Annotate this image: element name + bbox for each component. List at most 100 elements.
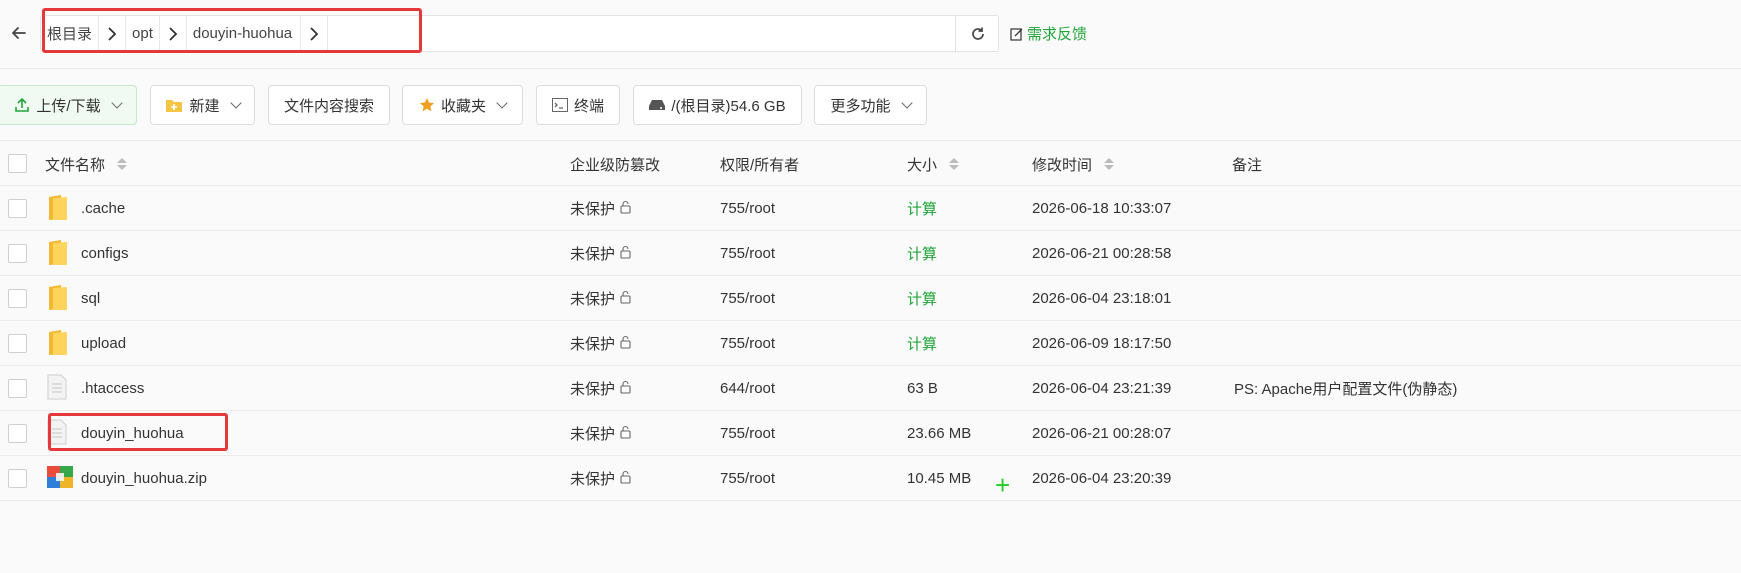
cursor-plus-icon: + bbox=[995, 470, 1011, 500]
protect-label: 未保护 bbox=[570, 291, 616, 308]
protect-status[interactable]: 未保护 bbox=[570, 321, 632, 366]
unlock-icon bbox=[618, 245, 632, 263]
header-note: 备注 bbox=[1232, 141, 1262, 187]
row-checkbox[interactable] bbox=[8, 469, 27, 488]
favorites-button[interactable]: 收藏夹 bbox=[402, 85, 523, 125]
toolbar: 上传/下载 新建 文件内容搜索 收藏夹 终端 /(根目录)54.6 GB 更多功… bbox=[0, 85, 1741, 125]
edit-icon bbox=[1010, 27, 1023, 41]
select-all-checkbox[interactable] bbox=[8, 154, 27, 173]
breadcrumb[interactable]: 根目录 opt douyin-huohua bbox=[40, 15, 999, 52]
file-size[interactable]: 计算 bbox=[907, 186, 937, 231]
terminal-label: 终端 bbox=[573, 97, 604, 115]
folder-icon bbox=[47, 283, 69, 315]
search-content-label: 文件内容搜索 bbox=[283, 97, 374, 115]
file-icon-cell bbox=[47, 456, 73, 501]
upload-icon bbox=[15, 97, 30, 112]
file-manager: 根目录 opt douyin-huohua 需求反馈 上传/下载 新建 文件内容… bbox=[0, 0, 1741, 573]
breadcrumb-douyin-huohua[interactable]: douyin-huohua bbox=[187, 16, 300, 51]
more-functions-label: 更多功能 bbox=[830, 97, 891, 115]
protect-label: 未保护 bbox=[570, 381, 616, 398]
disk-button[interactable]: /(根目录)54.6 GB bbox=[633, 85, 802, 125]
protect-status[interactable]: 未保护 bbox=[570, 456, 632, 501]
permission[interactable]: 755/root bbox=[720, 231, 775, 276]
protect-status[interactable]: 未保护 bbox=[570, 231, 632, 276]
unlock-icon bbox=[618, 335, 632, 353]
protect-status[interactable]: 未保护 bbox=[570, 366, 632, 411]
permission[interactable]: 755/root bbox=[720, 456, 775, 501]
more-functions-button[interactable]: 更多功能 bbox=[814, 85, 927, 125]
chevron-right-icon[interactable] bbox=[98, 16, 127, 51]
new-button[interactable]: 新建 bbox=[150, 85, 255, 125]
file-size[interactable]: 计算 bbox=[907, 231, 937, 276]
file-size: 10.45 MB bbox=[907, 470, 972, 487]
folder-icon bbox=[47, 193, 69, 225]
folder-icon bbox=[47, 238, 69, 270]
table-row[interactable]: douyin_huohua.zip 未保护 755/root 10.45 MB 2026… bbox=[0, 456, 1741, 501]
header-name[interactable]: 文件名称 bbox=[45, 141, 128, 187]
sort-icon[interactable] bbox=[949, 158, 960, 170]
chevron-down-icon bbox=[496, 97, 508, 109]
chevron-down-icon bbox=[229, 97, 242, 109]
modified-time: 2026-06-04 23:21:39 bbox=[1032, 380, 1172, 397]
row-checkbox[interactable] bbox=[8, 424, 27, 443]
row-checkbox[interactable] bbox=[8, 289, 27, 308]
file-name[interactable]: douyin_huohua.zip bbox=[81, 456, 207, 501]
header-perm: 权限/所有者 bbox=[720, 141, 799, 187]
terminal-button[interactable]: 终端 bbox=[536, 85, 620, 125]
file-name[interactable]: sql bbox=[81, 276, 100, 321]
disk-label: /(根目录)54.6 GB bbox=[671, 97, 786, 115]
chevron-right-icon[interactable] bbox=[300, 16, 329, 51]
new-label: 新建 bbox=[189, 97, 220, 115]
unlock-icon bbox=[618, 200, 632, 218]
file-name[interactable]: .cache bbox=[81, 186, 125, 231]
sort-icon[interactable] bbox=[1104, 158, 1115, 170]
modified-time: 2026-06-09 18:17:50 bbox=[1032, 335, 1172, 352]
row-checkbox[interactable] bbox=[8, 334, 27, 353]
unlock-icon bbox=[618, 380, 632, 398]
refresh-button[interactable] bbox=[955, 15, 999, 52]
chevron-down-icon bbox=[900, 97, 913, 109]
sort-icon[interactable] bbox=[117, 158, 128, 170]
file-name[interactable]: configs bbox=[81, 231, 129, 276]
file-name[interactable]: upload bbox=[81, 321, 126, 366]
protect-label: 未保护 bbox=[570, 201, 616, 218]
permission[interactable]: 755/root bbox=[720, 321, 775, 366]
upload-download-button[interactable]: 上传/下载 bbox=[0, 85, 137, 125]
table-row[interactable]: upload 未保护 755/root 计算 2026-06-09 18:17:50 bbox=[0, 321, 1741, 366]
permission[interactable]: 755/root bbox=[720, 276, 775, 321]
table-row[interactable]: sql 未保护 755/root 计算 2026-06-04 23:18:01 bbox=[0, 276, 1741, 321]
feedback-link[interactable]: 需求反馈 bbox=[1010, 23, 1087, 44]
file-size[interactable]: 计算 bbox=[907, 321, 937, 366]
terminal-icon bbox=[551, 98, 568, 112]
back-button[interactable] bbox=[4, 18, 34, 48]
table-row[interactable]: configs 未保护 755/root 计算 2026-06-21 00:28:58 bbox=[0, 231, 1741, 276]
file-name[interactable]: douyin_huohua bbox=[81, 411, 184, 456]
address-row: 根目录 opt douyin-huohua 需求反馈 bbox=[0, 0, 1741, 68]
table-row[interactable]: .htaccess 未保护 644/root 63 B 2026-06-04 23:21… bbox=[0, 366, 1741, 411]
file-icon bbox=[47, 419, 67, 449]
favorites-label: 收藏夹 bbox=[440, 97, 486, 115]
unlock-icon bbox=[618, 425, 632, 443]
header-mtime[interactable]: 修改时间 bbox=[1032, 141, 1115, 187]
note[interactable]: PS: Apache用户配置文件(伪静态) bbox=[1234, 366, 1457, 411]
file-name[interactable]: .htaccess bbox=[81, 366, 144, 411]
file-size[interactable]: 计算 bbox=[907, 276, 937, 321]
breadcrumb-root[interactable]: 根目录 bbox=[41, 16, 98, 51]
protect-status[interactable]: 未保护 bbox=[570, 276, 632, 321]
permission[interactable]: 755/root bbox=[720, 186, 775, 231]
permission[interactable]: 644/root bbox=[720, 366, 775, 411]
table-row[interactable]: .cache 未保护 755/root 计算 2026-06-18 10:33:07 bbox=[0, 186, 1741, 231]
permission[interactable]: 755/root bbox=[720, 411, 775, 456]
protect-status[interactable]: 未保护 bbox=[570, 186, 632, 231]
star-icon bbox=[419, 98, 434, 112]
row-checkbox[interactable] bbox=[8, 199, 27, 218]
header-size[interactable]: 大小 bbox=[907, 141, 960, 187]
row-checkbox[interactable] bbox=[8, 244, 27, 263]
chevron-right-icon[interactable] bbox=[158, 16, 187, 51]
breadcrumb-opt[interactable]: opt bbox=[126, 16, 159, 51]
search-content-button[interactable]: 文件内容搜索 bbox=[268, 85, 390, 125]
row-checkbox[interactable] bbox=[8, 379, 27, 398]
unlock-icon bbox=[618, 290, 632, 308]
table-row[interactable]: douyin_huohua 未保护 755/root 23.66 MB 2026-06-… bbox=[0, 411, 1741, 456]
protect-status[interactable]: 未保护 bbox=[570, 411, 632, 456]
